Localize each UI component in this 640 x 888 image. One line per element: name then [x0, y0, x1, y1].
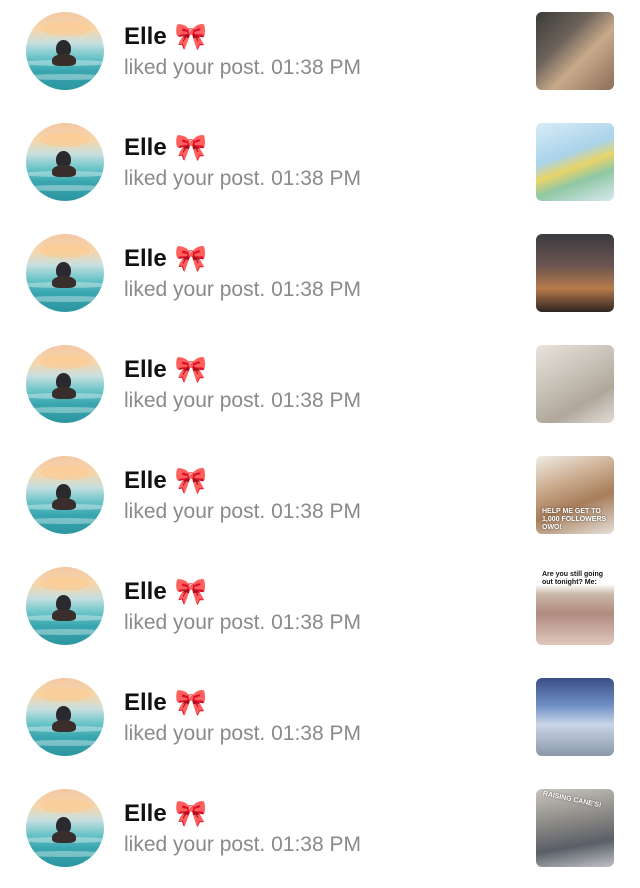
post-thumbnail[interactable]	[536, 123, 614, 201]
bow-emoji-icon: 🎀	[174, 688, 208, 718]
username[interactable]: Elle	[124, 245, 167, 273]
action-text: liked your post.	[124, 389, 266, 412]
sunset-glow	[40, 688, 90, 702]
name-line: Elle 🎀	[124, 686, 207, 720]
post-thumbnail[interactable]	[536, 345, 614, 423]
avatar[interactable]	[26, 567, 104, 645]
timestamp: 01:38 PM	[271, 167, 361, 190]
post-thumbnail[interactable]: Are you still going out tonight? Me:	[536, 567, 614, 645]
person-shoulders	[52, 609, 76, 621]
activity-text: liked your post. 01:38 PM	[124, 389, 361, 413]
notification-row[interactable]: Elle 🎀 liked your post. 01:38 PM	[0, 0, 640, 111]
activity-text: liked your post. 01:38 PM	[124, 56, 361, 80]
sunset-glow	[40, 133, 90, 147]
activity-text: liked your post. 01:38 PM	[124, 500, 361, 524]
sunset-glow	[40, 577, 90, 591]
action-text: liked your post.	[124, 278, 266, 301]
bow-emoji-icon: 🎀	[174, 466, 208, 496]
avatar[interactable]	[26, 678, 104, 756]
wave	[26, 185, 104, 191]
person-shoulders	[52, 387, 76, 399]
post-thumbnail[interactable]	[536, 12, 614, 90]
action-text: liked your post.	[124, 500, 266, 523]
name-line: Elle 🎀	[124, 20, 207, 54]
wave	[26, 851, 104, 857]
bow-emoji-icon: 🎀	[174, 133, 208, 163]
person-shoulders	[52, 720, 76, 732]
sunset-glow	[40, 355, 90, 369]
username[interactable]: Elle	[124, 578, 167, 606]
username[interactable]: Elle	[124, 134, 167, 162]
username[interactable]: Elle	[124, 800, 167, 828]
sunset-glow	[40, 799, 90, 813]
timestamp: 01:38 PM	[271, 278, 361, 301]
activity-text: liked your post. 01:38 PM	[124, 167, 361, 191]
name-line: Elle 🎀	[124, 464, 207, 498]
person-shoulders	[52, 831, 76, 843]
sunset-glow	[40, 466, 90, 480]
wave	[26, 629, 104, 635]
bow-emoji-icon: 🎀	[174, 22, 208, 52]
wave	[26, 740, 104, 746]
bow-emoji-icon: 🎀	[174, 577, 208, 607]
username[interactable]: Elle	[124, 23, 167, 51]
name-line: Elle 🎀	[124, 242, 207, 276]
action-text: liked your post.	[124, 611, 266, 634]
post-thumbnail[interactable]	[536, 678, 614, 756]
notification-row[interactable]: Elle 🎀 liked your post. 01:38 PM Are you…	[0, 555, 640, 666]
username[interactable]: Elle	[124, 356, 167, 384]
avatar[interactable]	[26, 456, 104, 534]
timestamp: 01:38 PM	[271, 611, 361, 634]
post-thumbnail[interactable]: HELP ME GET TO 1,000 FOLLOWERS OWO!	[536, 456, 614, 534]
bow-emoji-icon: 🎀	[174, 355, 208, 385]
activity-text: liked your post. 01:38 PM	[124, 833, 361, 857]
timestamp: 01:38 PM	[271, 722, 361, 745]
avatar[interactable]	[26, 12, 104, 90]
avatar[interactable]	[26, 123, 104, 201]
sunset-glow	[40, 244, 90, 258]
person-shoulders	[52, 165, 76, 177]
timestamp: 01:38 PM	[271, 389, 361, 412]
thumbnail-caption: Are you still going out tonight? Me:	[542, 571, 604, 587]
action-text: liked your post.	[124, 167, 266, 190]
action-text: liked your post.	[124, 56, 266, 79]
username[interactable]: Elle	[124, 467, 167, 495]
name-line: Elle 🎀	[124, 353, 207, 387]
activity-text: liked your post. 01:38 PM	[124, 611, 361, 635]
post-thumbnail[interactable]: RAISING CANE'S!	[536, 789, 614, 867]
avatar[interactable]	[26, 345, 104, 423]
timestamp: 01:38 PM	[271, 833, 361, 856]
name-line: Elle 🎀	[124, 131, 207, 165]
name-line: Elle 🎀	[124, 575, 207, 609]
wave	[26, 74, 104, 80]
notification-row[interactable]: Elle 🎀 liked your post. 01:38 PM	[0, 333, 640, 444]
timestamp: 01:38 PM	[271, 56, 361, 79]
avatar[interactable]	[26, 234, 104, 312]
action-text: liked your post.	[124, 722, 266, 745]
thumbnail-caption: RAISING CANE'S!	[542, 790, 602, 810]
bow-emoji-icon: 🎀	[174, 244, 208, 274]
bow-emoji-icon: 🎀	[174, 799, 208, 829]
name-line: Elle 🎀	[124, 797, 207, 831]
thumbnail-caption: HELP ME GET TO 1,000 FOLLOWERS OWO!	[542, 508, 607, 532]
action-text: liked your post.	[124, 833, 266, 856]
post-thumbnail[interactable]	[536, 234, 614, 312]
wave	[26, 407, 104, 413]
notification-row[interactable]: Elle 🎀 liked your post. 01:38 PM	[0, 666, 640, 777]
wave	[26, 518, 104, 524]
person-shoulders	[52, 498, 76, 510]
notification-row[interactable]: Elle 🎀 liked your post. 01:38 PM RAISING…	[0, 777, 640, 888]
wave	[26, 296, 104, 302]
activity-text: liked your post. 01:38 PM	[124, 278, 361, 302]
username[interactable]: Elle	[124, 689, 167, 717]
timestamp: 01:38 PM	[271, 500, 361, 523]
avatar[interactable]	[26, 789, 104, 867]
person-shoulders	[52, 54, 76, 66]
notification-row[interactable]: Elle 🎀 liked your post. 01:38 PM	[0, 222, 640, 333]
person-shoulders	[52, 276, 76, 288]
sunset-glow	[40, 22, 90, 36]
notification-row[interactable]: Elle 🎀 liked your post. 01:38 PM	[0, 111, 640, 222]
activity-text: liked your post. 01:38 PM	[124, 722, 361, 746]
notification-row[interactable]: Elle 🎀 liked your post. 01:38 PM HELP ME…	[0, 444, 640, 555]
